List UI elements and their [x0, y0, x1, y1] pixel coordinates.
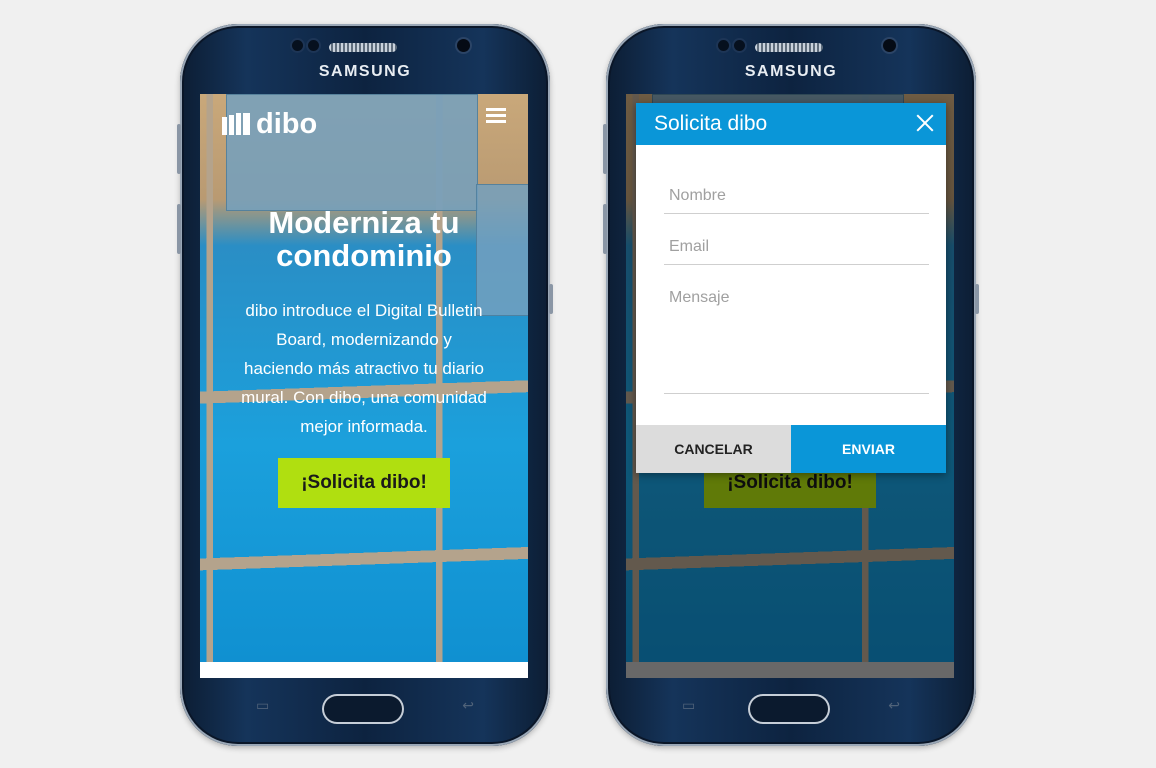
- dialog-actions: CANCELAR ENVIAR: [636, 425, 946, 473]
- back-icon[interactable]: ↩: [462, 697, 474, 714]
- hero-description: dibo introduce el Digital Bulletin Board…: [241, 301, 487, 436]
- send-button[interactable]: ENVIAR: [791, 425, 946, 473]
- recent-apps-icon[interactable]: ▭: [682, 697, 695, 714]
- sensor-icon: [308, 40, 319, 51]
- page-footer-strip: [200, 662, 528, 678]
- recent-apps-icon[interactable]: ▭: [256, 697, 269, 714]
- sensor-icon: [734, 40, 745, 51]
- landing-screen: dibo Moderniza tu condominio dibo introd…: [200, 94, 528, 678]
- brand-label: SAMSUNG: [744, 63, 838, 80]
- brand-label: SAMSUNG: [318, 63, 412, 80]
- volume-button: [603, 204, 607, 254]
- speaker-grille: [329, 43, 397, 52]
- home-button[interactable]: [322, 694, 404, 724]
- modal-screen: ¡Solicita dibo! Solicita dibo Nombre Ema…: [626, 94, 954, 678]
- close-icon[interactable]: [914, 112, 936, 134]
- name-field[interactable]: Nombre: [664, 187, 929, 214]
- hamburger-menu-icon[interactable]: [486, 108, 506, 126]
- request-dibo-button[interactable]: ¡Solicita dibo!: [278, 458, 450, 508]
- phone-left: SAMSUNG dibo Moderniza tu condominio dib…: [177, 24, 553, 746]
- camera-icon: [883, 39, 896, 52]
- power-button: [975, 284, 979, 314]
- power-button: [549, 284, 553, 314]
- home-button[interactable]: [748, 694, 830, 724]
- cancel-button[interactable]: CANCELAR: [636, 425, 791, 473]
- hero-title: Moderniza tu condominio: [268, 205, 460, 273]
- volume-button: [177, 124, 181, 174]
- dialog-title: Solicita dibo: [654, 112, 768, 135]
- logo[interactable]: dibo: [222, 108, 317, 141]
- dialog-header: Solicita dibo: [636, 103, 946, 145]
- email-field[interactable]: Email: [664, 238, 929, 265]
- logo-text: dibo: [256, 108, 318, 140]
- request-dialog: Solicita dibo Nombre Email Mensaje CANCE…: [636, 103, 946, 473]
- speaker-grille: [755, 43, 823, 52]
- volume-button: [603, 124, 607, 174]
- phone-right: SAMSUNG ¡Solicita dibo! Solicita dibo No…: [603, 24, 979, 746]
- camera-icon: [457, 39, 470, 52]
- back-icon[interactable]: ↩: [888, 697, 900, 714]
- logo-icon: [222, 112, 252, 137]
- volume-button: [177, 204, 181, 254]
- sensor-icon: [718, 40, 729, 51]
- sensor-icon: [292, 40, 303, 51]
- message-field[interactable]: Mensaje: [664, 289, 929, 394]
